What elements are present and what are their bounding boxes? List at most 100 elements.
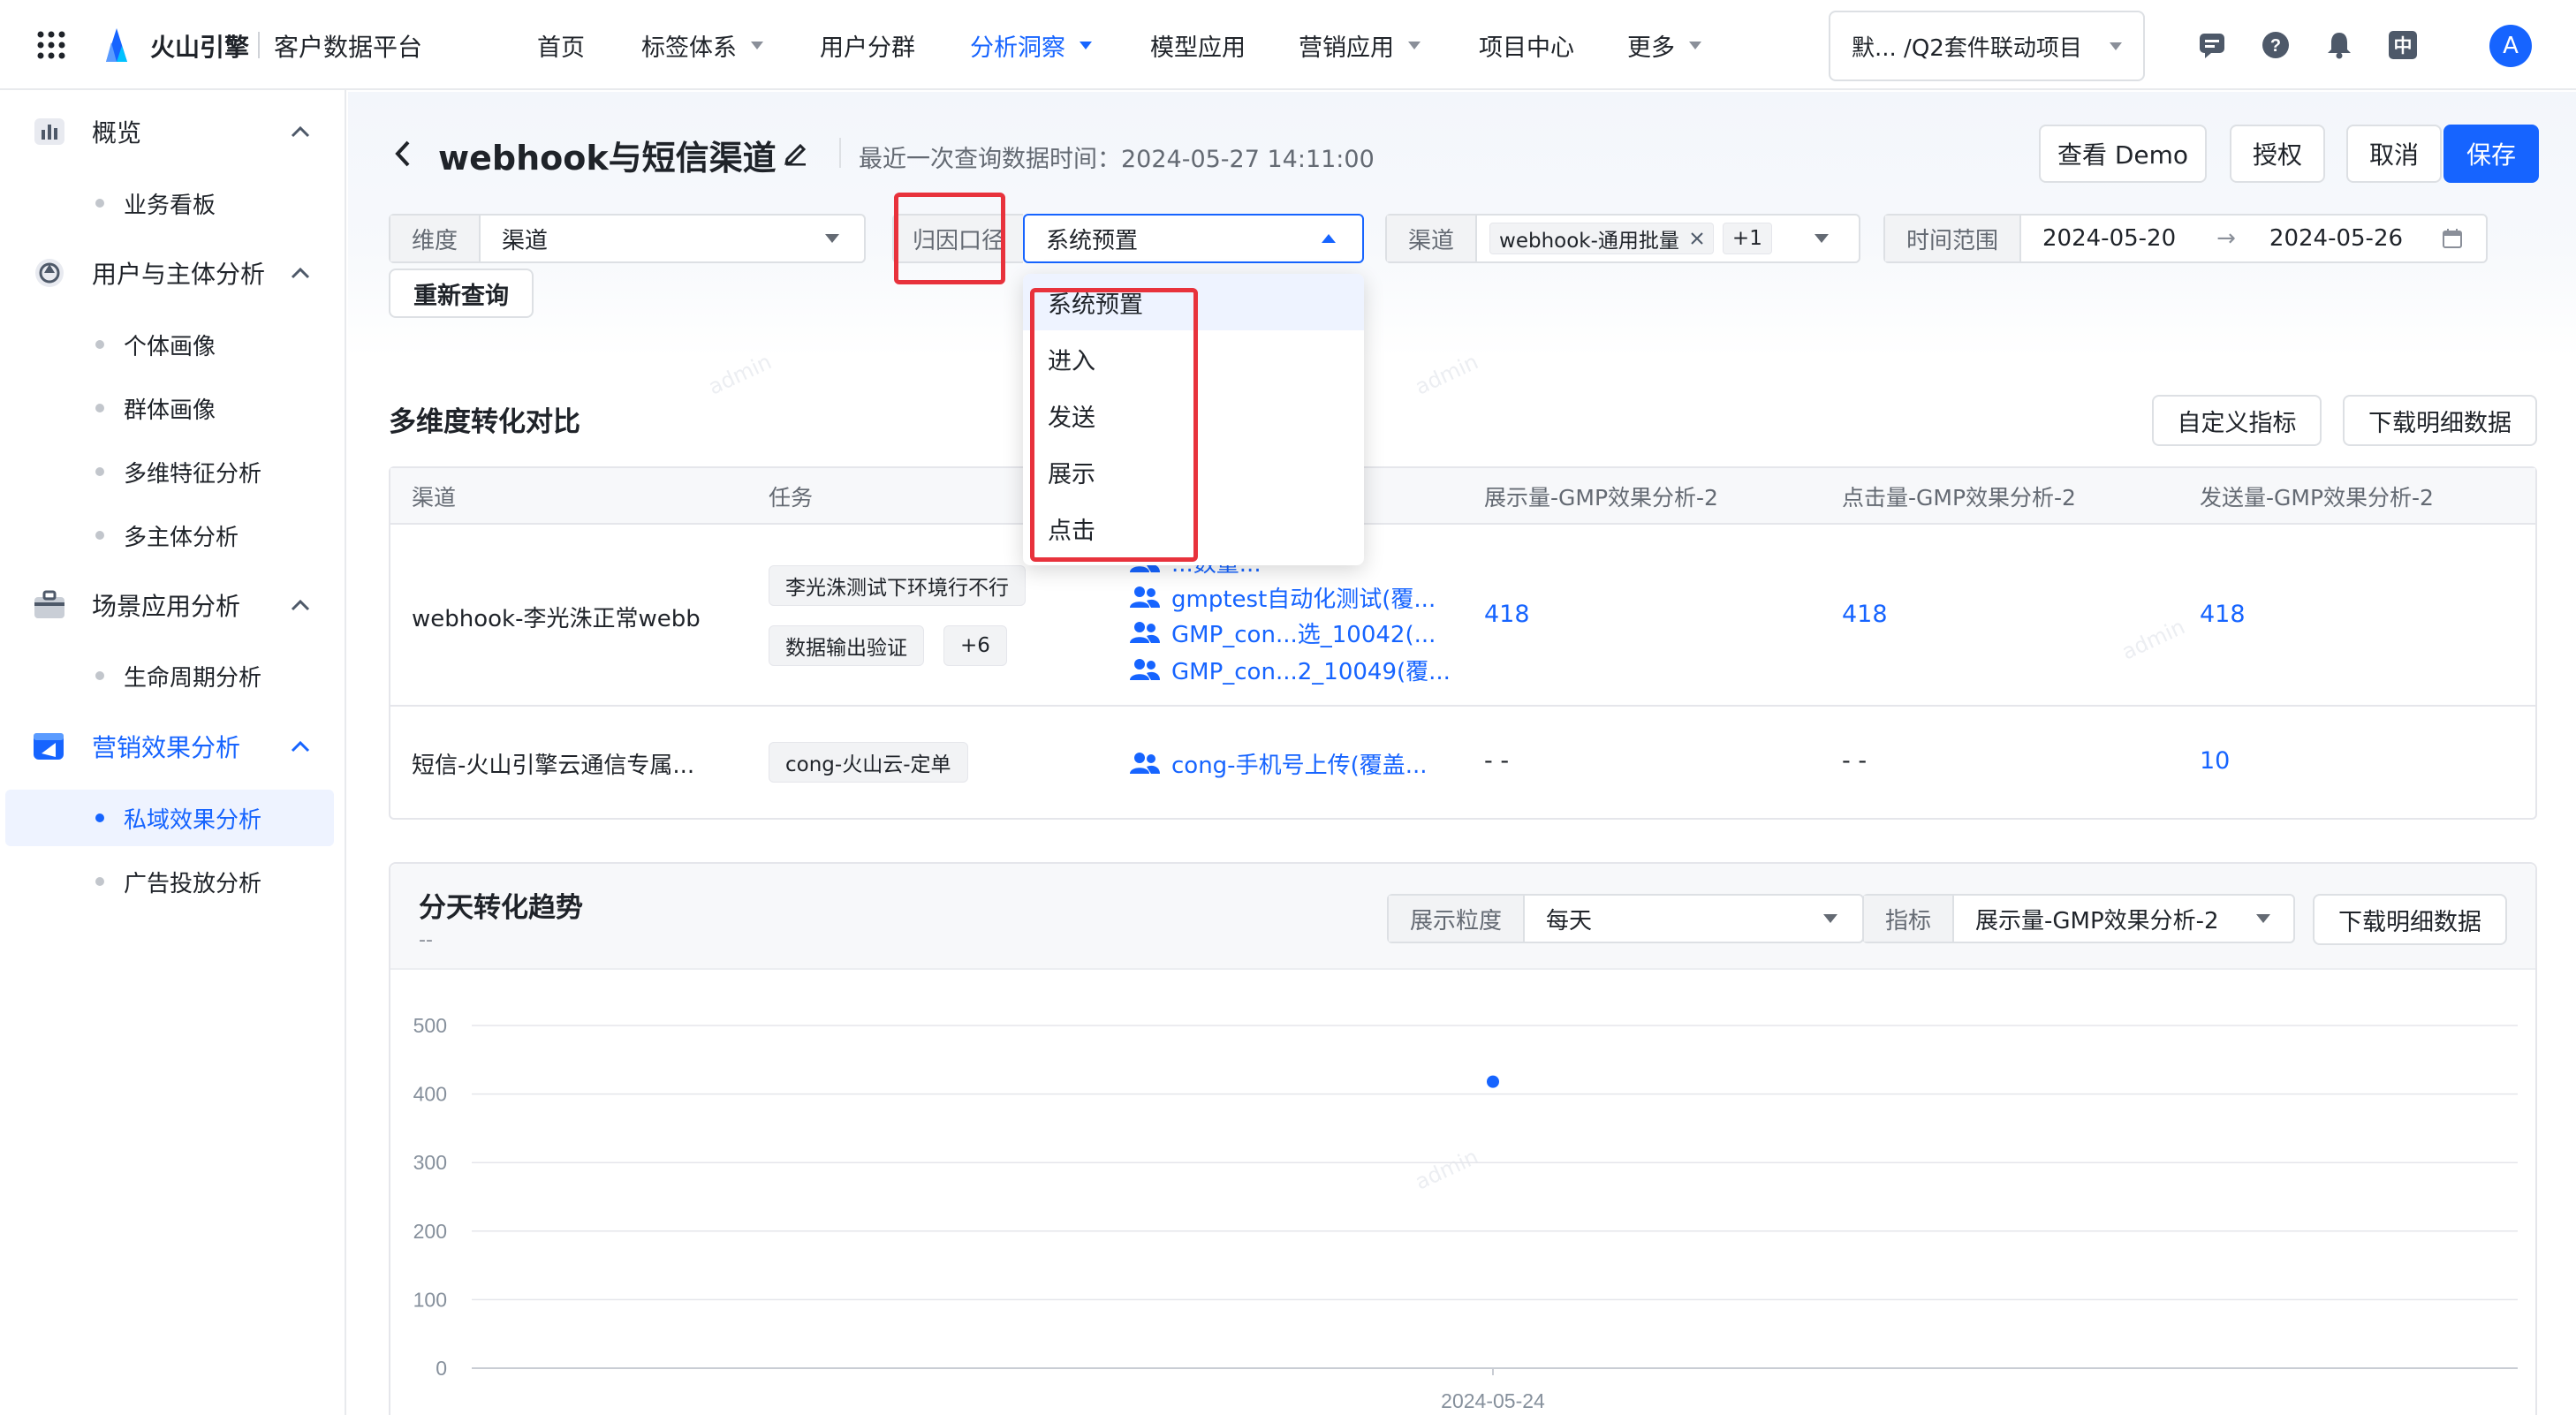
y-tick-label: 100 (413, 1288, 447, 1311)
project-selector[interactable]: 默... /Q2套件联动项目 (1829, 11, 2145, 81)
nav-user-segments-label: 用户分群 (820, 34, 915, 62)
channel-tag: webhook-通用批量 (1489, 223, 1714, 254)
time-end[interactable]: 2024-05-26 (2236, 225, 2403, 252)
app-grid-icon[interactable] (35, 29, 67, 61)
sidebar-group-user-analysis-label: 用户与主体分析 (92, 260, 266, 289)
calendar-icon[interactable] (2442, 228, 2463, 249)
sidebar-item-private-domain[interactable]: 私域效果分析 (95, 793, 261, 843)
row1-group-link[interactable]: GMP_con...选_10042(... (1129, 617, 1436, 648)
sidebar-item-business-board[interactable]: 业务看板 (95, 178, 216, 228)
row2-task-tag: cong-火山云-定单 (769, 742, 968, 783)
row1-group-link[interactable]: gmptest自动化测试(覆... (1129, 581, 1436, 613)
help-icon[interactable]: ? (2256, 26, 2295, 64)
sidebar-item-lifecycle[interactable]: 生命周期分析 (95, 651, 261, 700)
time-start[interactable]: 2024-05-20 (2021, 225, 2176, 252)
granularity-value: 每天 (1546, 907, 1593, 935)
nav-tag-system-label: 标签体系 (641, 34, 737, 62)
metric-select[interactable]: 指标 展示量-GMP效果分析-2 (1862, 894, 2295, 943)
dimension-label: 维度 (390, 216, 481, 261)
chevron-up-icon[interactable] (288, 261, 313, 285)
sidebar-item-multi-subject[interactable]: 多主体分析 (95, 511, 239, 560)
attribution-select[interactable]: 系统预置 (1023, 214, 1364, 263)
sidebar-item-multi-feature[interactable]: 多维特征分析 (95, 447, 261, 496)
nav-analysis-insights[interactable]: 分析洞察 (970, 0, 1092, 90)
chevron-up-icon[interactable] (288, 593, 313, 617)
row1-click-value[interactable]: 418 (1842, 601, 1888, 628)
nav-home[interactable]: 首页 (537, 0, 585, 90)
download-detail-button[interactable]: 下载明细数据 (2343, 395, 2537, 446)
nav-model-apps[interactable]: 模型应用 (1150, 0, 1246, 90)
granularity-label: 展示粒度 (1389, 896, 1526, 942)
nav-project-center[interactable]: 项目中心 (1479, 0, 1574, 90)
time-range-picker[interactable]: 时间范围 2024-05-20 → 2024-05-26 (1883, 214, 2488, 263)
time-range-label: 时间范围 (1885, 216, 2022, 261)
attribution-label-highlight (894, 193, 1005, 284)
brand-name: 火山引擎 (150, 33, 250, 62)
trend-subtitle: -- (419, 929, 433, 951)
briefcase-icon (32, 587, 67, 623)
sidebar-item-group-portrait[interactable]: 群体画像 (95, 383, 216, 433)
row2-click-value: - - (1842, 747, 1868, 775)
nav-tag-system[interactable]: 标签体系 (641, 0, 763, 90)
nav-model-apps-label: 模型应用 (1150, 34, 1246, 62)
product-name: 客户数据平台 (274, 33, 423, 62)
trend-chart: 0 100 200 300 400 500 2024-05-24 (413, 1014, 2518, 1412)
channel-label: 渠道 (1387, 216, 1478, 261)
chevron-up-icon (1322, 234, 1336, 243)
back-arrow-icon[interactable] (389, 136, 417, 171)
user-avatar[interactable]: A (2489, 25, 2532, 67)
sidebar-item-ad-delivery[interactable]: 广告投放分析 (95, 857, 261, 906)
nav-user-segments[interactable]: 用户分群 (820, 0, 915, 90)
view-demo-button[interactable]: 查看 Demo (2039, 125, 2207, 183)
language-icon[interactable]: 中 (2383, 26, 2422, 64)
row1-group-link[interactable]: GMP_con...2_10049(覆... (1129, 654, 1451, 685)
aperture-icon (32, 255, 67, 291)
sidebar-group-overview[interactable]: 概览 (32, 105, 141, 158)
user-group-icon (1130, 586, 1160, 608)
dimension-select[interactable]: 维度 渠道 (389, 214, 866, 263)
chevron-down-icon (1080, 41, 1092, 49)
nav-more[interactable]: 更多 (1627, 0, 1701, 90)
sidebar-group-scenario[interactable]: 场景应用分析 (32, 579, 240, 632)
chevron-down-icon (1823, 914, 1837, 923)
chevron-down-icon (1689, 41, 1701, 49)
channel-select[interactable]: 渠道 webhook-通用批量 +1 (1385, 214, 1860, 263)
message-icon[interactable] (2193, 26, 2231, 64)
nav-marketing-apps[interactable]: 营销应用 (1299, 0, 1421, 90)
row2-send-value[interactable]: 10 (2200, 747, 2230, 775)
row2-channel: 短信-火山引擎云通信专属... (412, 753, 695, 779)
authorize-button[interactable]: 授权 (2230, 125, 2325, 183)
header-divider (839, 138, 841, 168)
dimension-value: 渠道 (502, 227, 549, 254)
trend-download-button[interactable]: 下载明细数据 (2313, 894, 2507, 945)
row1-group-label: GMP_con...2_10049(覆... (1171, 658, 1451, 685)
row1-show-value[interactable]: 418 (1484, 601, 1530, 628)
save-button[interactable]: 保存 (2443, 125, 2539, 183)
column-header-channel: 渠道 (412, 485, 457, 511)
chevron-up-icon[interactable] (288, 734, 313, 759)
sidebar-group-user-analysis[interactable]: 用户与主体分析 (32, 246, 265, 299)
cancel-button[interactable]: 取消 (2346, 125, 2442, 183)
requery-button[interactable]: 重新查询 (389, 269, 534, 318)
y-tick-label: 400 (413, 1083, 447, 1106)
user-group-icon (1130, 659, 1160, 680)
row2-group-label: cong-手机号上传(覆盖... (1171, 752, 1428, 779)
close-icon[interactable] (1690, 231, 1704, 246)
chevron-down-icon (1815, 234, 1829, 243)
sidebar-item-individual-portrait[interactable]: 个体画像 (95, 320, 216, 369)
data-point[interactable] (1487, 1075, 1499, 1088)
sidebar-group-marketing-effect[interactable]: 营销效果分析 (32, 720, 240, 773)
bell-icon[interactable] (2320, 26, 2359, 64)
column-header-send: 发送量-GMP效果分析-2 (2200, 485, 2434, 511)
user-group-icon (1130, 753, 1160, 774)
row2-group-link[interactable]: cong-手机号上传(覆盖... (1129, 747, 1428, 779)
row1-send-value[interactable]: 418 (2200, 601, 2246, 628)
edit-icon[interactable] (781, 138, 811, 168)
compare-title: 多维度转化对比 (389, 406, 580, 438)
chevron-up-icon[interactable] (288, 119, 313, 144)
row2-show-value: - - (1484, 747, 1510, 775)
row1-task-more[interactable]: +6 (943, 625, 1007, 666)
granularity-select[interactable]: 展示粒度 每天 (1387, 894, 1864, 943)
custom-metric-button[interactable]: 自定义指标 (2152, 395, 2322, 446)
chevron-down-icon (2256, 914, 2270, 923)
